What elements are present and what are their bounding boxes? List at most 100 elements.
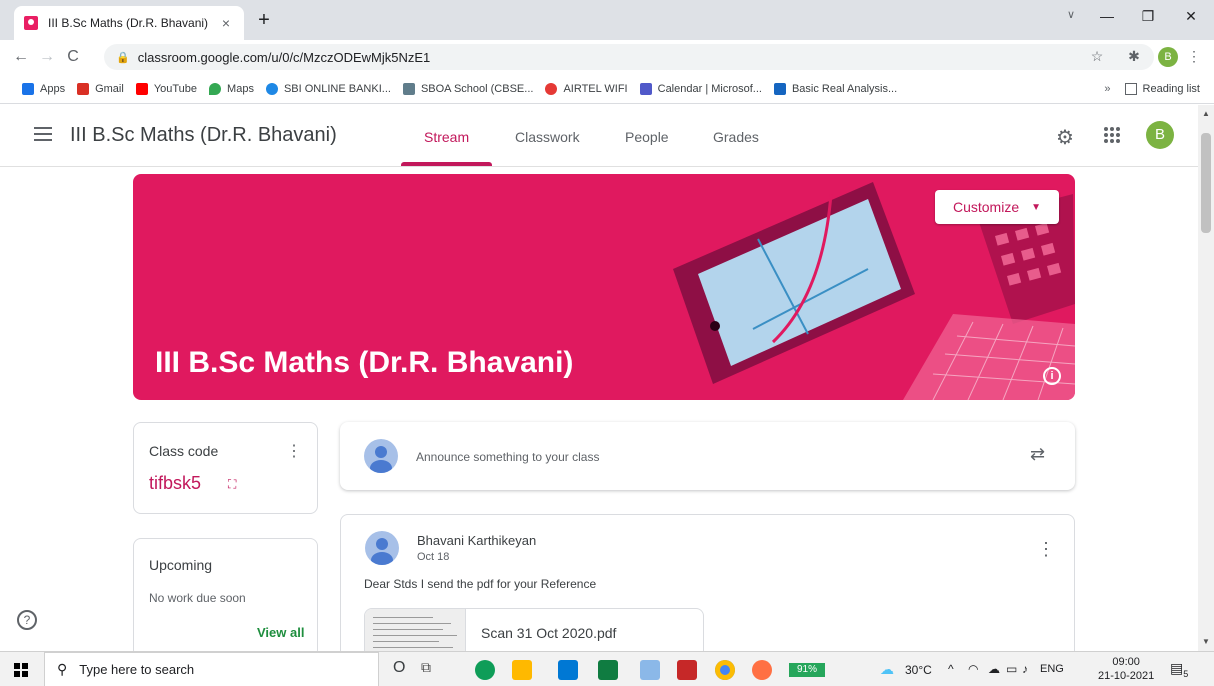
browser-tab[interactable]: III B.Sc Maths (Dr.R. Bhavani) × [14,6,244,40]
sbi-icon [265,82,278,95]
bookmark-sbi[interactable]: SBI ONLINE BANKI... [265,82,391,95]
windows-start-icon[interactable] [14,663,28,677]
bookmark-apps[interactable]: Apps [22,82,65,95]
class-code-card: Class code ⋮ tifbsk5 ⛶ [133,422,318,514]
reuse-post-icon[interactable]: ⇄ [1030,444,1045,465]
scroll-down-arrow-icon[interactable]: ▼ [1198,637,1214,646]
class-code-more-icon[interactable]: ⋮ [286,441,302,461]
announce-box[interactable]: Announce something to your class ⇄ [340,422,1075,490]
paint-icon[interactable] [752,660,772,680]
restore-icon[interactable]: ❐ [1133,8,1163,25]
back-icon[interactable]: ← [8,48,34,66]
view-all-link[interactable]: View all [257,625,304,640]
mail-icon[interactable] [558,660,578,680]
new-tab-button[interactable]: + [252,9,276,32]
extensions-icon[interactable]: ✱ [1124,48,1144,65]
youtube-icon [135,82,148,95]
s-icon [773,82,786,95]
scrollbar-thumb[interactable] [1201,133,1211,233]
bookmark-star-icon[interactable]: ☆ [1087,48,1107,65]
forward-icon[interactable]: → [34,48,60,66]
volume-icon[interactable]: ♪ [1022,662,1028,676]
chrome-icon[interactable] [715,660,735,680]
announce-placeholder[interactable]: Announce something to your class [416,450,599,464]
browser-tab-title: III B.Sc Maths (Dr.R. Bhavani) [48,16,209,30]
classroom-header: III B.Sc Maths (Dr.R. Bhavani) Stream Cl… [0,105,1198,167]
edge-icon[interactable] [475,660,495,680]
notifications-icon[interactable]: ▤5 [1170,660,1188,679]
task-view-icon[interactable]: ⧉ [421,659,431,676]
help-icon[interactable]: ? [17,610,37,630]
bookmark-youtube[interactable]: YouTube [135,82,197,95]
display-icon[interactable]: ▭ [1006,662,1017,676]
tablet-illustration [673,182,915,384]
screen: III B.Sc Maths (Dr.R. Bhavani) × + ∨ — ❐… [0,0,1214,686]
class-banner: III B.Sc Maths (Dr.R. Bhavani) Customize… [133,174,1075,400]
class-settings-gear-icon[interactable]: ⚙ [1056,125,1074,150]
file-explorer-icon[interactable] [512,660,532,680]
teams-icon [639,82,652,95]
bookmarks-bar: Apps Gmail YouTube Maps SBI ONLINE BANKI… [0,74,1214,104]
address-bar[interactable]: 🔒 classroom.google.com/u/0/c/MzczODEwMjk… [104,44,1154,70]
weather-temperature[interactable]: 30°C [905,663,932,677]
photos-icon[interactable] [640,660,660,680]
bookmark-airtel[interactable]: AIRTEL WIFI [545,82,628,95]
network-icon[interactable]: ◠ [968,662,978,676]
banner-class-title: III B.Sc Maths (Dr.R. Bhavani) [155,346,574,379]
main-menu-icon[interactable] [34,127,52,141]
bookmark-maps[interactable]: Maps [209,82,254,95]
tab-grades[interactable]: Grades [713,129,759,145]
maps-icon [209,82,222,95]
tray-expand-icon[interactable]: ^ [948,662,954,676]
language-indicator[interactable]: ENG [1040,663,1064,675]
tab-people[interactable]: People [625,129,669,145]
browser-toolbar: ← → C 🔒 classroom.google.com/u/0/c/MzczO… [0,40,1214,74]
close-tab-icon[interactable]: × [218,15,234,31]
minimize-icon[interactable]: — [1092,8,1122,24]
class-code-value: tifbsk5 [149,473,202,493]
apps-grid-icon [22,82,34,95]
class-info-icon[interactable]: i [1043,367,1061,385]
page-scrollbar[interactable]: ▲ ▼ [1198,105,1214,651]
reading-list-button[interactable]: Reading list [1143,83,1200,95]
upcoming-card: Upcoming No work due soon View all [133,538,318,658]
browser-menu-icon[interactable]: ⋮ [1184,48,1204,65]
upcoming-empty-text: No work due soon [149,591,246,605]
customize-button[interactable]: Customize ▼ [935,190,1059,224]
class-title[interactable]: III B.Sc Maths (Dr.R. Bhavani) [70,124,337,147]
bookmark-gmail[interactable]: Gmail [77,82,124,95]
lock-icon: 🔒 [116,51,130,64]
caret-down-icon: ▼ [1031,201,1042,213]
account-avatar[interactable]: B [1146,121,1174,149]
mcafee-icon[interactable] [677,660,697,680]
post-more-icon[interactable]: ⋮ [1037,539,1055,560]
scroll-up-arrow-icon[interactable]: ▲ [1198,109,1214,118]
taskbar-clock[interactable]: 09:00 21-10-2021 [1098,655,1154,683]
upcoming-label: Upcoming [149,557,213,573]
notification-count: 5 [1183,668,1189,679]
google-apps-icon[interactable] [1104,127,1120,143]
close-window-icon[interactable]: ✕ [1176,8,1206,25]
active-tab-indicator [401,162,492,166]
tab-stream[interactable]: Stream [424,129,469,145]
tab-classwork[interactable]: Classwork [515,129,580,145]
display-fullscreen-icon[interactable]: ⛶ [228,477,236,492]
clock-time: 09:00 [1112,656,1140,668]
search-icon: ⚲ [57,661,68,677]
reload-icon[interactable]: C [60,48,86,66]
onedrive-icon[interactable]: ☁ [988,662,1000,676]
tab-search-icon[interactable]: ∨ [1056,8,1086,21]
cortana-icon[interactable]: O [393,659,405,677]
class-code-label: Class code [149,443,219,459]
taskbar-search[interactable]: ⚲ Type here to search [44,652,379,686]
more-bookmarks-icon[interactable]: » [1104,83,1110,95]
profile-avatar[interactable]: B [1158,47,1178,67]
post-body: Dear Stds I send the pdf for your Refere… [364,577,597,591]
l-app-icon[interactable] [598,660,618,680]
bookmark-sboa[interactable]: SBOA School (CBSE... [402,82,533,95]
attachment-name: Scan 31 Oct 2020.pdf [481,625,617,641]
gmail-icon [77,82,90,95]
battery-indicator[interactable]: 91% [789,663,825,677]
bookmark-calendar[interactable]: Calendar | Microsof... [639,82,762,95]
bookmark-real-analysis[interactable]: Basic Real Analysis... [773,82,897,95]
